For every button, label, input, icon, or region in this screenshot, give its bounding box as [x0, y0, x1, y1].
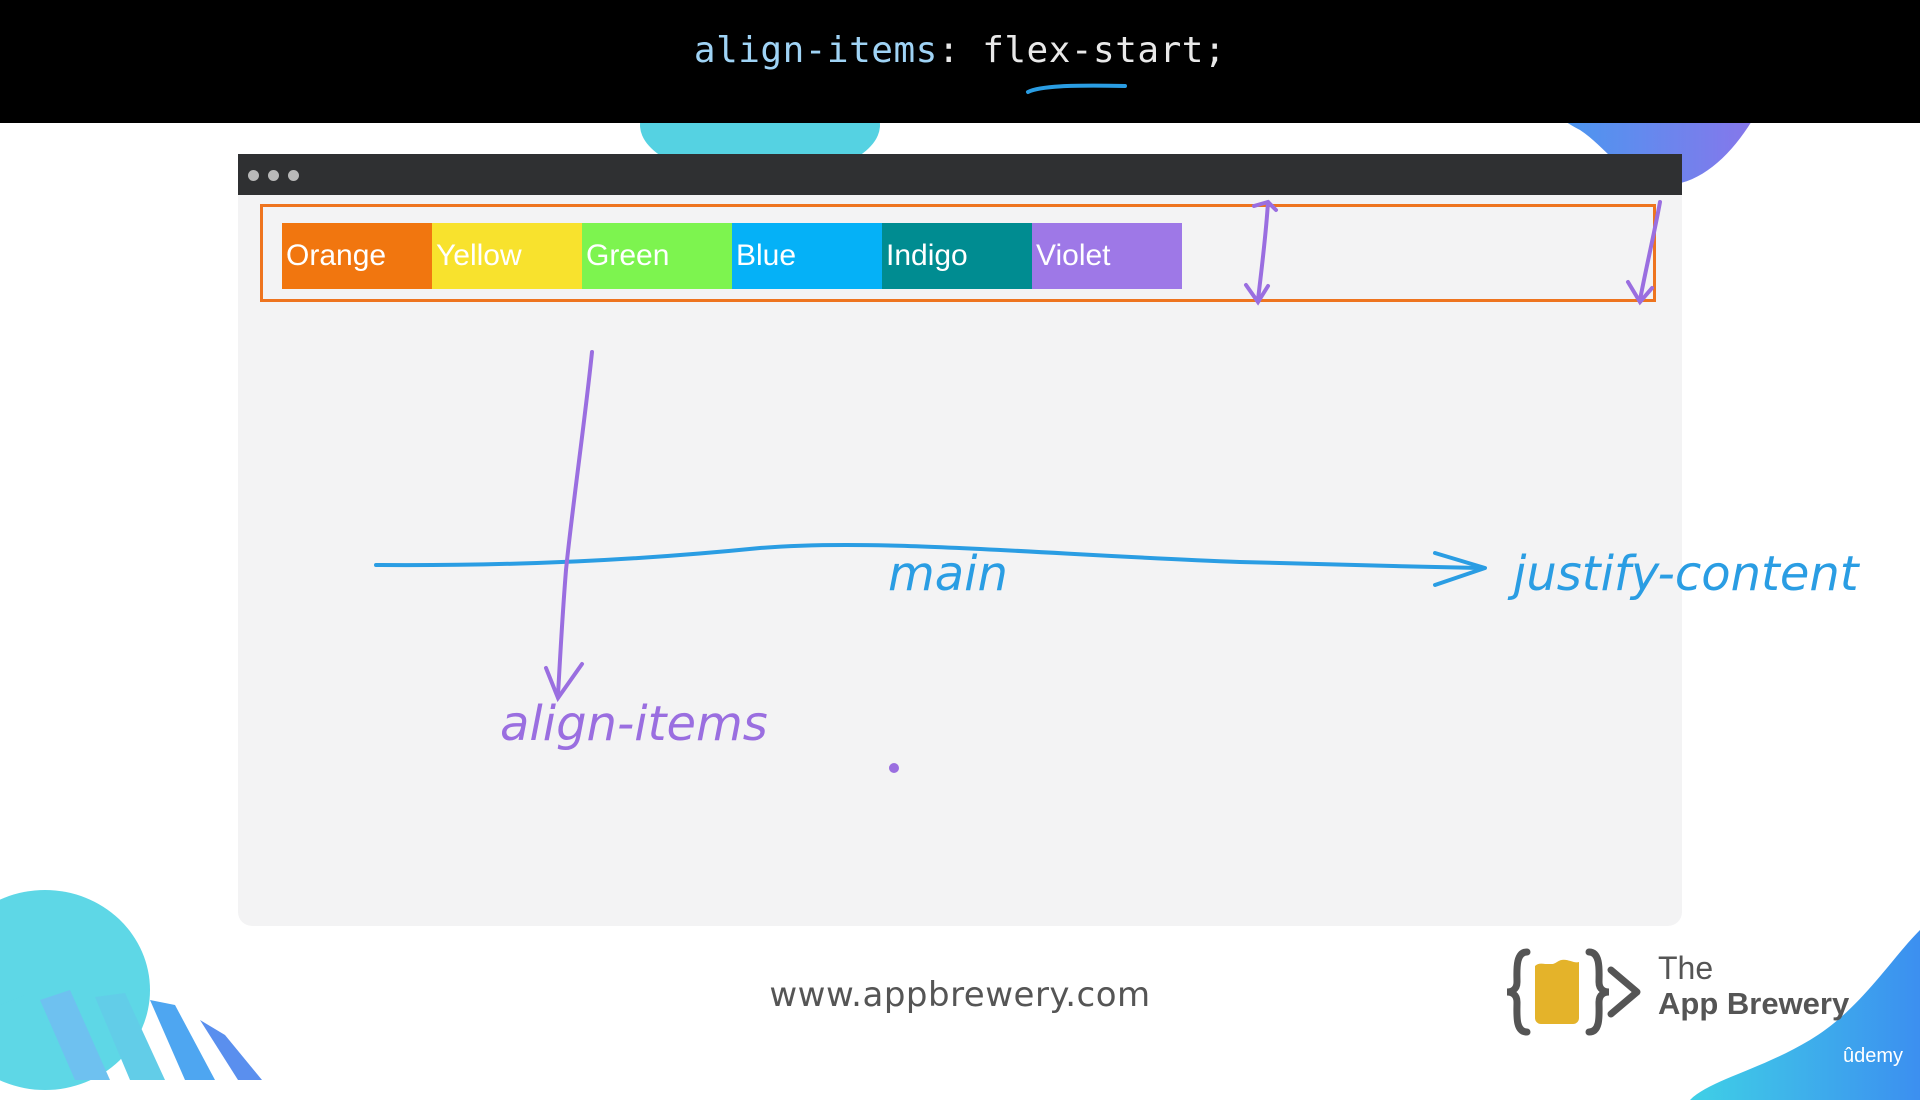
flex-item-yellow: Yellow — [432, 223, 582, 289]
css-property: align-items — [693, 30, 938, 71]
app-brewery-brand: The App Brewery — [1505, 942, 1885, 1042]
flex-container: Orange Yellow Green Blue Indigo Violet — [260, 204, 1656, 302]
css-colon: : — [937, 30, 960, 71]
handwritten-underline — [1026, 83, 1127, 94]
code-banner: align-items: flex-start; — [0, 0, 1920, 123]
window-dot-icon — [268, 170, 279, 181]
flex-item-violet: Violet — [1032, 223, 1182, 289]
window-dot-icon — [248, 170, 259, 181]
brand-the-text: The — [1658, 950, 1714, 986]
browser-titlebar — [238, 154, 1682, 195]
flex-item-orange: Orange — [282, 223, 432, 289]
flex-items-row: Orange Yellow Green Blue Indigo Violet — [282, 223, 1182, 289]
window-dot-icon — [288, 170, 299, 181]
flex-item-blue: Blue — [732, 223, 882, 289]
udemy-watermark: ûdemy — [1843, 1045, 1904, 1067]
css-declaration: align-items: flex-start; — [0, 30, 1920, 71]
browser-window: Orange Yellow Green Blue Indigo Violet — [238, 154, 1682, 926]
css-value: flex-start; — [982, 30, 1227, 71]
brand-name-text: App Brewery — [1658, 986, 1850, 1021]
flex-item-indigo: Indigo — [882, 223, 1032, 289]
flex-item-green: Green — [582, 223, 732, 289]
app-brewery-logo-icon — [1506, 948, 1641, 1036]
